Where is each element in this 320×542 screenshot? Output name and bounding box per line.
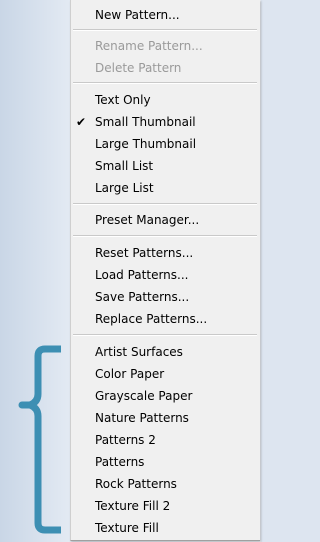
- check-mark-icon: ✔: [76, 115, 87, 129]
- menu-item-save-patterns[interactable]: Save Patterns...: [95, 287, 189, 307]
- curly-bracket-annotation: [18, 345, 61, 534]
- menu-item-large-thumbnail[interactable]: Large Thumbnail: [95, 134, 196, 154]
- menu-item-rename-pattern: Rename Pattern...: [95, 39, 203, 53]
- menu-item-patterns[interactable]: Patterns: [95, 452, 144, 472]
- menu-separator: [73, 29, 257, 31]
- menu-item-texture-fill[interactable]: Texture Fill: [95, 518, 159, 538]
- menu-item-small-thumbnail[interactable]: Small Thumbnail: [95, 112, 196, 132]
- menu-item-load-patterns[interactable]: Load Patterns...: [95, 265, 188, 285]
- menu-item-texture-fill-2[interactable]: Texture Fill 2: [95, 496, 170, 516]
- menu-item-patterns-2[interactable]: Patterns 2: [95, 430, 156, 450]
- menu-item-rock-patterns[interactable]: Rock Patterns: [95, 474, 177, 494]
- menu-separator: [73, 334, 257, 336]
- menu-item-delete-pattern: Delete Pattern: [95, 61, 182, 75]
- menu-item-artist-surfaces[interactable]: Artist Surfaces: [95, 342, 183, 362]
- menu-item-new-pattern[interactable]: New Pattern...: [95, 5, 180, 25]
- menu-item-text-only[interactable]: Text Only: [95, 90, 151, 110]
- menu-separator: [73, 235, 257, 237]
- menu-item-reset-patterns[interactable]: Reset Patterns...: [95, 243, 193, 263]
- menu-item-small-list[interactable]: Small List: [95, 156, 153, 176]
- menu-item-preset-manager[interactable]: Preset Manager...: [95, 210, 199, 230]
- menu-item-replace-patterns[interactable]: Replace Patterns...: [95, 309, 207, 329]
- menu-item-large-list[interactable]: Large List: [95, 178, 154, 198]
- pattern-panel-menu: New Pattern... Rename Pattern... Delete …: [70, 0, 260, 541]
- menu-separator: [73, 203, 257, 205]
- menu-item-color-paper[interactable]: Color Paper: [95, 364, 164, 384]
- menu-item-grayscale-paper[interactable]: Grayscale Paper: [95, 386, 192, 406]
- menu-separator: [73, 82, 257, 84]
- menu-item-nature-patterns[interactable]: Nature Patterns: [95, 408, 189, 428]
